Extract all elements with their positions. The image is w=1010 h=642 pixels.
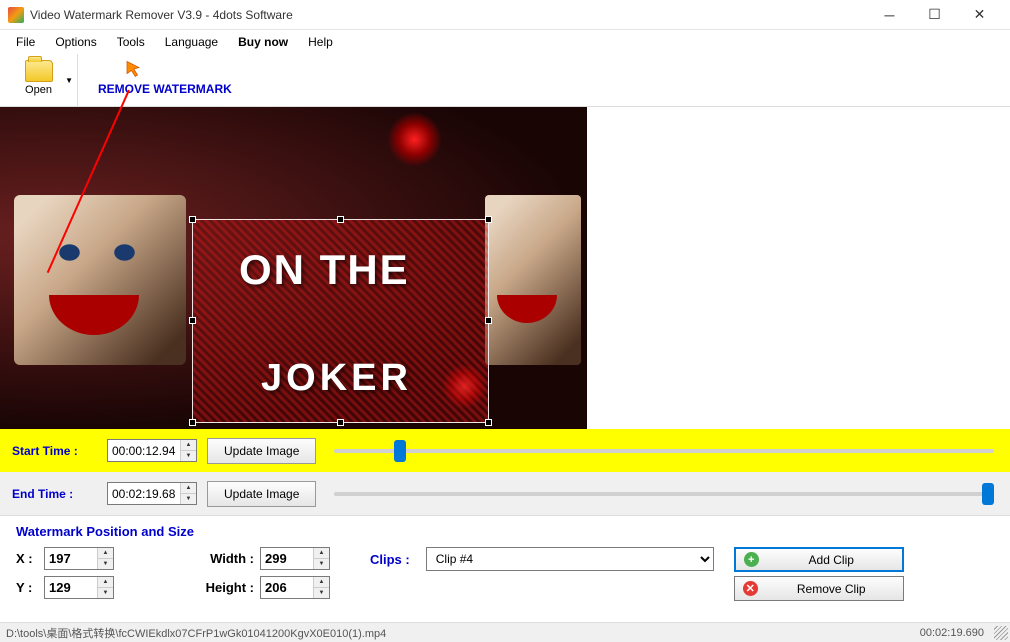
menubar: File Options Tools Language Buy now Help	[0, 30, 1010, 54]
arrow-pointer-icon	[124, 60, 142, 78]
end-time-spinner-down[interactable]: ▼	[181, 494, 196, 504]
menu-help[interactable]: Help	[298, 33, 343, 51]
start-time-slider[interactable]	[334, 449, 994, 453]
overlay-text: ON THE	[239, 246, 410, 294]
menu-file[interactable]: File	[6, 33, 45, 51]
end-time-slider[interactable]	[334, 492, 994, 496]
app-icon	[8, 7, 24, 23]
width-spinner-down[interactable]: ▼	[314, 559, 329, 569]
end-time-row: End Time : ▲ ▼ Update Image	[0, 472, 1010, 515]
start-time-spinner-down[interactable]: ▼	[181, 451, 196, 461]
x-spinner-down[interactable]: ▼	[98, 559, 113, 569]
selection-handle-bottom-right[interactable]	[485, 419, 492, 426]
remove-clip-button[interactable]: ✕ Remove Clip	[734, 576, 904, 601]
video-frame-content	[485, 195, 581, 365]
start-time-spinner: ▲ ▼	[180, 440, 196, 461]
add-clip-button[interactable]: + Add Clip	[734, 547, 904, 572]
y-label: Y :	[16, 580, 38, 595]
end-time-spinner-up[interactable]: ▲	[181, 483, 196, 494]
start-time-input[interactable]	[108, 440, 180, 461]
selection-handle-middle-right[interactable]	[485, 317, 492, 324]
end-time-slider-thumb[interactable]	[982, 483, 994, 505]
watermark-position-section: Watermark Position and Size X : ▲▼ Y : ▲…	[0, 515, 1010, 609]
open-label: Open	[25, 84, 52, 96]
x-spinner-up[interactable]: ▲	[98, 548, 113, 559]
selection-handle-top-left[interactable]	[189, 216, 196, 223]
resize-grip[interactable]	[994, 626, 1008, 640]
y-spinner-up[interactable]: ▲	[98, 577, 113, 588]
open-button[interactable]: Open ▼	[0, 54, 78, 106]
section-title: Watermark Position and Size	[16, 524, 994, 539]
folder-icon	[25, 60, 53, 82]
end-time-input-wrap: ▲ ▼	[107, 482, 197, 505]
clips-select[interactable]: Clip #4	[426, 547, 714, 571]
video-preview[interactable]: ON THE JOKER	[0, 107, 587, 429]
height-label: Height :	[194, 580, 254, 595]
width-spinner-up[interactable]: ▲	[314, 548, 329, 559]
statusbar: D:\tools\桌面\格式转换\fcCWIEkdlx07CFrP1wGk010…	[0, 622, 1010, 642]
window-title: Video Watermark Remover V3.9 - 4dots Sof…	[30, 8, 867, 22]
open-dropdown-arrow-icon[interactable]: ▼	[65, 76, 73, 85]
position-grid: X : ▲▼ Y : ▲▼ Width : ▲▼	[16, 547, 994, 601]
selection-handle-bottom-center[interactable]	[337, 419, 344, 426]
y-input[interactable]	[45, 577, 97, 598]
video-frame-content	[14, 195, 186, 365]
window-controls: ─ ☐ ✕	[867, 1, 1002, 29]
remove-watermark-label: REMOVE WATERMARK	[98, 82, 232, 96]
menu-tools[interactable]: Tools	[107, 33, 155, 51]
watermark-selection-rectangle[interactable]: ON THE JOKER	[192, 219, 489, 423]
end-time-input[interactable]	[108, 483, 180, 504]
video-frame-light	[387, 112, 442, 167]
end-time-spinner: ▲ ▼	[180, 483, 196, 504]
plus-icon: +	[744, 552, 759, 567]
end-time-label: End Time :	[12, 487, 97, 501]
selection-handle-top-right[interactable]	[485, 216, 492, 223]
toolbar: Open ▼ REMOVE WATERMARK	[0, 54, 1010, 107]
update-image-end-button[interactable]: Update Image	[207, 481, 316, 507]
start-time-row: Start Time : ▲ ▼ Update Image	[0, 429, 1010, 472]
maximize-button[interactable]: ☐	[912, 1, 957, 29]
preview-area: ON THE JOKER	[0, 107, 1010, 429]
titlebar: Video Watermark Remover V3.9 - 4dots Sof…	[0, 0, 1010, 30]
width-input[interactable]	[261, 548, 313, 569]
x-label: X :	[16, 551, 38, 566]
x-icon: ✕	[743, 581, 758, 596]
minimize-button[interactable]: ─	[867, 1, 912, 29]
menu-language[interactable]: Language	[155, 33, 228, 51]
menu-options[interactable]: Options	[45, 33, 106, 51]
height-spinner-up[interactable]: ▲	[314, 577, 329, 588]
selection-handle-bottom-left[interactable]	[189, 419, 196, 426]
add-clip-label: Add Clip	[769, 553, 894, 567]
selection-handle-top-center[interactable]	[337, 216, 344, 223]
width-label: Width :	[194, 551, 254, 566]
start-time-input-wrap: ▲ ▼	[107, 439, 197, 462]
update-image-start-button[interactable]: Update Image	[207, 438, 316, 464]
clips-label: Clips :	[370, 552, 410, 567]
remove-watermark-button[interactable]: REMOVE WATERMARK	[78, 54, 252, 106]
close-button[interactable]: ✕	[957, 1, 1002, 29]
status-filepath: D:\tools\桌面\格式转换\fcCWIEkdlx07CFrP1wGk010…	[6, 625, 920, 641]
y-spinner-down[interactable]: ▼	[98, 588, 113, 598]
height-input[interactable]	[261, 577, 313, 598]
start-time-label: Start Time :	[12, 444, 97, 458]
selection-handle-middle-left[interactable]	[189, 317, 196, 324]
height-spinner-down[interactable]: ▼	[314, 588, 329, 598]
remove-clip-label: Remove Clip	[768, 582, 895, 596]
status-duration: 00:02:19.690	[920, 627, 1004, 639]
start-time-slider-thumb[interactable]	[394, 440, 406, 462]
x-input[interactable]	[45, 548, 97, 569]
menu-buy-now[interactable]: Buy now	[228, 33, 298, 51]
start-time-spinner-up[interactable]: ▲	[181, 440, 196, 451]
overlay-text: JOKER	[261, 357, 412, 400]
